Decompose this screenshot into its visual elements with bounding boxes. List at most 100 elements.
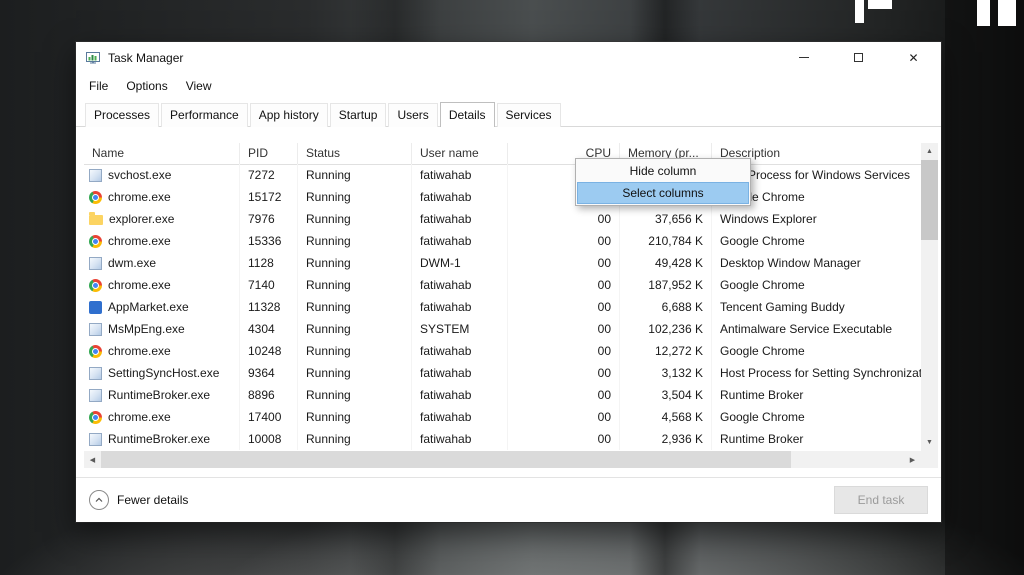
title-bar[interactable]: Task Manager ✕ [76, 42, 941, 73]
table-row[interactable]: chrome.exe 10248 Running fatiwahab 00 12,272 … [84, 340, 921, 362]
vertical-scrollbar[interactable]: ▲ ▼ [921, 143, 938, 451]
cell-user: fatiwahab [412, 164, 508, 186]
cell-name: chrome.exe [84, 340, 240, 362]
minimize-button[interactable] [776, 42, 831, 73]
cell-description: Runtime Broker [720, 388, 804, 402]
table-row[interactable]: RuntimeBroker.exe 10008 Running fatiwahab 00… [84, 428, 921, 450]
table-row[interactable]: RuntimeBroker.exe 8896 Running fatiwahab 00 3… [84, 384, 921, 406]
cell-status: Running [298, 318, 412, 340]
cell-name: RuntimeBroker.exe [84, 428, 240, 450]
cell-cpu: 00 [508, 362, 620, 384]
scroll-down-icon[interactable]: ▼ [921, 434, 938, 451]
column-header-user-name[interactable]: User name [412, 143, 508, 164]
table-row[interactable]: svchost.exe 7272 Running fatiwahab Host Proc… [84, 164, 921, 186]
scroll-left-icon[interactable]: ◀ [84, 451, 101, 468]
generic-exe-icon [89, 432, 102, 446]
process-name: chrome.exe [108, 234, 171, 248]
scroll-right-icon[interactable]: ▶ [904, 451, 921, 468]
end-task-button[interactable]: End task [834, 486, 928, 514]
close-icon: ✕ [908, 50, 919, 65]
cell-description: Google Chrome [720, 344, 805, 358]
tab-app-history[interactable]: App history [249, 103, 328, 127]
cell-status: Running [298, 230, 412, 252]
wallpaper-marks [977, 0, 990, 26]
table-row[interactable]: AppMarket.exe 11328 Running fatiwahab 00 6,68… [84, 296, 921, 318]
cell-cpu: 00 [508, 340, 620, 362]
tab-performance[interactable]: Performance [161, 103, 248, 127]
cell-status: Running [298, 384, 412, 406]
horizontal-scrollbar[interactable]: ◀ ▶ [84, 451, 921, 468]
cell-description: Google Chrome [720, 278, 805, 292]
cell-user: fatiwahab [412, 340, 508, 362]
close-button[interactable]: ✕ [886, 42, 941, 73]
scroll-up-icon[interactable]: ▲ [921, 143, 938, 160]
cell-pid: 17400 [240, 406, 298, 428]
cell-cpu: 00 [508, 208, 620, 230]
cell-name: AppMarket.exe [84, 296, 240, 318]
cell-cpu: 00 [508, 252, 620, 274]
fewer-details-label: Fewer details [117, 493, 189, 507]
horizontal-scrollbar-thumb[interactable] [101, 451, 791, 468]
cell-memory: 3,504 K [620, 384, 712, 406]
column-header-status[interactable]: Status [298, 143, 412, 164]
cell-user: DWM-1 [412, 252, 508, 274]
cell-status: Running [298, 362, 412, 384]
process-name: chrome.exe [108, 344, 171, 358]
tab-users[interactable]: Users [388, 103, 438, 127]
generic-exe-icon [89, 388, 102, 402]
menu-file[interactable]: File [80, 75, 117, 97]
cell-user: fatiwahab [412, 384, 508, 406]
cell-pid: 9364 [240, 362, 298, 384]
chevron-up-icon [89, 490, 109, 510]
window-title: Task Manager [108, 50, 184, 65]
tab-startup[interactable]: Startup [329, 103, 387, 127]
menu-options[interactable]: Options [117, 75, 176, 97]
cell-user: SYSTEM [412, 318, 508, 340]
context-menu-item-hide-column[interactable]: Hide column [577, 160, 749, 182]
cell-memory: 12,272 K [620, 340, 712, 362]
chrome-icon [89, 190, 102, 204]
cell-pid: 7272 [240, 164, 298, 186]
cell-pid: 11328 [240, 296, 298, 318]
cell-memory: 4,568 K [620, 406, 712, 428]
cell-pid: 1128 [240, 252, 298, 274]
cell-name: chrome.exe [84, 186, 240, 208]
appmarket-icon [89, 300, 102, 314]
cell-user: fatiwahab [412, 274, 508, 296]
cell-description: Tencent Gaming Buddy [720, 300, 845, 314]
tab-processes[interactable]: Processes [85, 103, 160, 127]
cell-cpu: 00 [508, 274, 620, 296]
table-row[interactable]: explorer.exe 7976 Running fatiwahab 00 37,656… [84, 208, 921, 230]
cell-memory: 2,936 K [620, 428, 712, 450]
process-name: chrome.exe [108, 278, 171, 292]
cell-description: Google Chrome [720, 234, 805, 248]
cell-cpu: 00 [508, 318, 620, 340]
context-menu-item-select-columns[interactable]: Select columns [577, 182, 749, 204]
cell-user: fatiwahab [412, 186, 508, 208]
table-header: Name PID Status User name CPU Memory (pr... De… [84, 143, 921, 165]
column-header-pid[interactable]: PID [240, 143, 298, 164]
tab-services[interactable]: Services [496, 103, 561, 127]
vertical-scrollbar-thumb[interactable] [921, 160, 938, 240]
cell-cpu: 00 [508, 428, 620, 450]
table-row[interactable]: dwm.exe 1128 Running DWM-1 00 49,428 K Desktop… [84, 252, 921, 274]
process-name: RuntimeBroker.exe [108, 432, 211, 446]
fewer-details-toggle[interactable]: Fewer details [89, 490, 188, 510]
cell-description: Windows Explorer [720, 212, 817, 226]
generic-exe-icon [89, 366, 102, 380]
table-row[interactable]: chrome.exe 17400 Running fatiwahab 00 4,568 K… [84, 406, 921, 428]
cell-status: Running [298, 406, 412, 428]
table-row[interactable]: SettingSyncHost.exe 9364 Running fatiwahab 0… [84, 362, 921, 384]
table-row[interactable]: chrome.exe 15336 Running fatiwahab 00 210,784… [84, 230, 921, 252]
tab-details[interactable]: Details [439, 102, 495, 127]
column-header-name[interactable]: Name [84, 143, 240, 164]
maximize-button[interactable] [831, 42, 886, 73]
chrome-icon [89, 344, 102, 358]
table-row[interactable]: chrome.exe 7140 Running fatiwahab 00 187,952 … [84, 274, 921, 296]
cell-name: RuntimeBroker.exe [84, 384, 240, 406]
cell-status: Running [298, 296, 412, 318]
process-name: svchost.exe [108, 168, 172, 182]
table-row[interactable]: chrome.exe 15172 Running fatiwahab Google Ch… [84, 186, 921, 208]
table-row[interactable]: MsMpEng.exe 4304 Running SYSTEM 00 102,236 K A… [84, 318, 921, 340]
menu-view[interactable]: View [177, 75, 221, 97]
